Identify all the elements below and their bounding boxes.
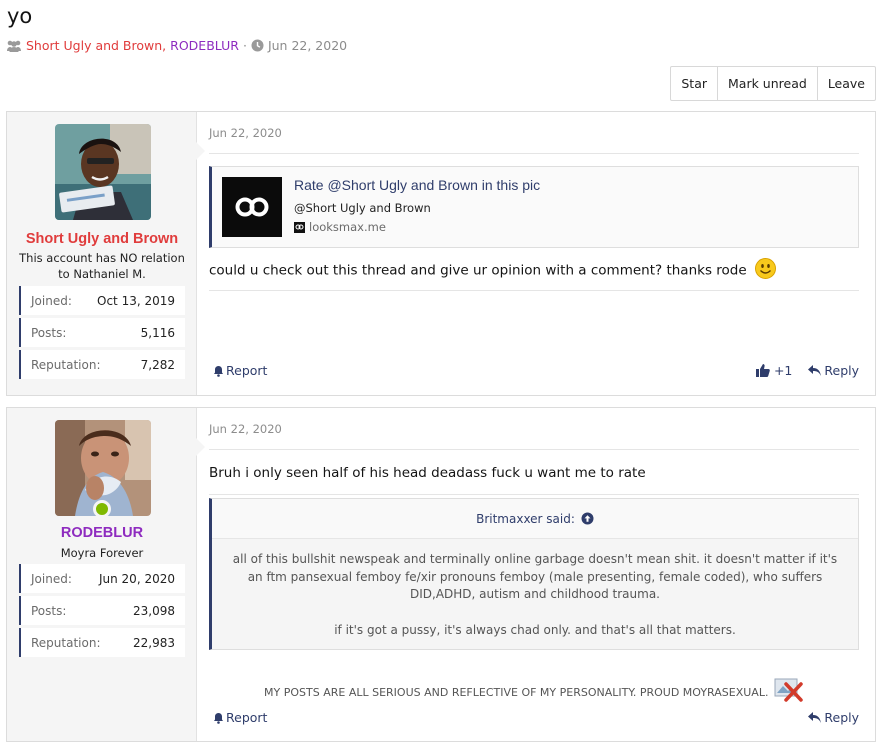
report-label: Report xyxy=(226,363,268,378)
thumbs-up-icon xyxy=(755,364,770,377)
stat-label: Posts: xyxy=(31,603,67,618)
report-label: Report xyxy=(226,710,268,725)
bell-icon xyxy=(213,712,224,724)
embed-description: @Short Ugly and Brown xyxy=(294,201,431,215)
username-link[interactable]: RODEBLUR xyxy=(7,525,197,541)
divider xyxy=(209,449,859,450)
reply-button[interactable]: Reply xyxy=(808,710,859,725)
post-user-panel: Short Ugly and Brown This account has NO… xyxy=(7,112,205,395)
like-count: +1 xyxy=(773,363,793,378)
stat-value: Oct 13, 2019 xyxy=(97,293,175,308)
thread-participant-link[interactable]: RODEBLUR xyxy=(170,38,239,53)
stat-value: 22,983 xyxy=(133,635,175,650)
mark-unread-button[interactable]: Mark unread xyxy=(717,67,817,100)
star-button[interactable]: Star xyxy=(671,67,717,100)
stat-value[interactable]: 23,098 xyxy=(133,604,175,618)
post-user-panel: RODEBLUR Moyra Forever Joined: Jun 20, 2… xyxy=(7,408,205,741)
stat-label: Joined: xyxy=(31,293,72,308)
reply-button[interactable]: Reply xyxy=(808,363,859,378)
stat-reputation: Reputation: 22,983 xyxy=(19,628,185,657)
users-icon xyxy=(6,39,22,53)
embed-title[interactable]: Rate @Short Ugly and Brown in this pic xyxy=(294,177,540,193)
user-signature: MY POSTS ARE ALL SERIOUS AND REFLECTIVE … xyxy=(209,676,859,705)
stat-joined: Joined: Oct 13, 2019 xyxy=(19,286,185,315)
quote-author[interactable]: Britmaxxer said: xyxy=(476,512,575,526)
post-message: could u check out this thread and give u… xyxy=(209,258,776,283)
stat-value[interactable]: 5,116 xyxy=(141,326,175,340)
user-title: This account has NO relation to Nathanie… xyxy=(19,251,185,281)
quote-block: Britmaxxer said: all of this bullshit ne… xyxy=(209,498,859,650)
clock-icon xyxy=(251,39,264,52)
author-separator: , xyxy=(162,38,167,53)
broken-image-icon xyxy=(774,676,804,705)
report-link[interactable]: Report xyxy=(213,710,267,725)
reply-label: Reply xyxy=(824,710,859,725)
quote-header[interactable]: Britmaxxer said: xyxy=(212,499,858,539)
reply-arrow-icon xyxy=(808,365,822,376)
stat-label: Reputation: xyxy=(31,357,101,372)
post-date[interactable]: Jun 22, 2020 xyxy=(209,422,282,436)
post-message: Bruh i only seen half of his head deadas… xyxy=(209,465,646,481)
avatar[interactable] xyxy=(55,124,151,220)
bell-icon xyxy=(213,365,224,377)
divider xyxy=(209,153,859,154)
message-text: could u check out this thread and give u… xyxy=(209,262,747,279)
meta-dot: · xyxy=(242,38,247,53)
divider xyxy=(209,494,859,495)
user-title: Moyra Forever xyxy=(60,546,144,560)
arrow-up-circle-icon[interactable] xyxy=(581,512,594,525)
footer-actions: +1 Reply xyxy=(755,363,859,378)
stat-label: Reputation: xyxy=(31,635,101,650)
stat-posts: Posts: 23,098 xyxy=(19,596,185,625)
online-status-indicator xyxy=(93,500,111,518)
stat-reputation: Reputation: 7,282 xyxy=(19,350,185,379)
footer-actions: Reply xyxy=(808,710,859,725)
stat-joined: Joined: Jun 20, 2020 xyxy=(19,564,185,593)
stat-posts: Posts: 5,116 xyxy=(19,318,185,347)
report-link[interactable]: Report xyxy=(213,363,267,378)
smile-emoji-icon xyxy=(754,258,776,283)
quote-paragraph: all of this bullshit newspeak and termin… xyxy=(232,552,838,601)
like-button[interactable]: +1 xyxy=(755,363,793,378)
stat-label: Posts: xyxy=(31,325,67,340)
username-link[interactable]: Short Ugly and Brown xyxy=(7,231,197,247)
stat-value: 7,282 xyxy=(140,357,175,372)
reply-arrow-icon xyxy=(808,712,822,723)
post: Short Ugly and Brown This account has NO… xyxy=(6,111,876,396)
post-content: Jun 22, 2020 Rate @Short Ugly and Brown … xyxy=(209,112,859,395)
reply-label: Reply xyxy=(824,363,859,378)
favicon-icon xyxy=(294,221,305,233)
stat-label: Joined: xyxy=(31,571,72,586)
leave-button[interactable]: Leave xyxy=(816,67,875,100)
divider xyxy=(209,290,859,291)
thread-title: yo xyxy=(7,4,33,28)
embed-site: looksmax.me xyxy=(294,220,386,234)
post-content: Jun 22, 2020 Bruh i only seen half of hi… xyxy=(209,408,859,741)
post: RODEBLUR Moyra Forever Joined: Jun 20, 2… xyxy=(6,407,876,742)
quote-body: all of this bullshit newspeak and termin… xyxy=(226,551,844,639)
thread-date[interactable]: Jun 22, 2020 xyxy=(268,38,347,53)
quote-paragraph: if it's got a pussy, it's always chad on… xyxy=(334,622,736,637)
signature-text: MY POSTS ARE ALL SERIOUS AND REFLECTIVE … xyxy=(264,686,769,699)
embed-site-name: looksmax.me xyxy=(309,220,386,234)
link-embed[interactable]: Rate @Short Ugly and Brown in this pic @… xyxy=(209,166,859,248)
stat-value: Jun 20, 2020 xyxy=(98,571,175,586)
post-date[interactable]: Jun 22, 2020 xyxy=(209,126,282,140)
thread-author-link[interactable]: Short Ugly and Brown xyxy=(26,38,162,53)
site-logo-icon xyxy=(222,177,282,237)
thread-actions: Star Mark unread Leave xyxy=(670,66,876,101)
thread-meta: Short Ugly and Brown, RODEBLUR · Jun 22,… xyxy=(6,38,347,53)
